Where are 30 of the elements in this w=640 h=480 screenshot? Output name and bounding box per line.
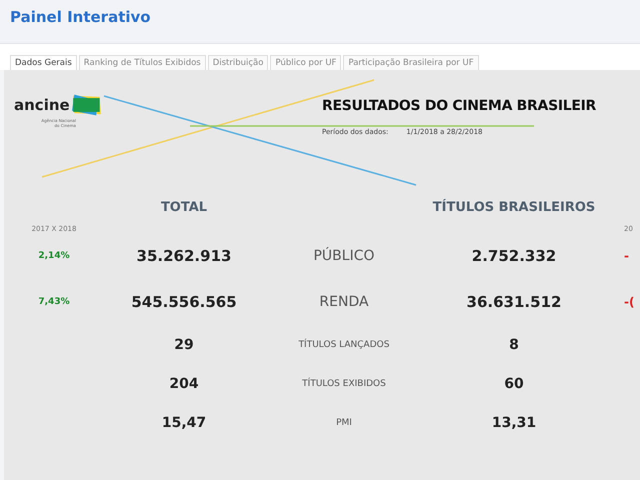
tab[interactable]: Público por UF xyxy=(270,55,342,70)
app-title: Painel Interativo xyxy=(10,8,151,26)
brazilian-value: 2.752.332 xyxy=(472,247,556,265)
change-value: 2,14% xyxy=(38,251,70,261)
logo-text: ancine xyxy=(14,96,70,114)
brazilian-value: 8 xyxy=(509,336,519,352)
total-value: 545.556.565 xyxy=(131,293,237,311)
brazilian-value: 60 xyxy=(504,376,524,392)
total-value: 29 xyxy=(174,336,194,352)
total-value: 204 xyxy=(169,376,199,392)
metric-label: PÚBLICO xyxy=(313,248,375,264)
report-title: RESULTADOS DO CINEMA BRASILEIR xyxy=(322,98,596,114)
change-value: 7,43% xyxy=(38,297,70,307)
brazilian-value: 36.631.512 xyxy=(466,293,562,311)
metric-label: TÍTULOS LANÇADOS xyxy=(298,340,390,350)
metric-label: TÍTULOS EXIBIDOS xyxy=(302,378,386,388)
total-value: 15,47 xyxy=(162,414,206,430)
tab[interactable]: Distribuição xyxy=(208,55,268,70)
total-value: 35.262.913 xyxy=(136,247,232,265)
brazilian-value: 13,31 xyxy=(492,414,536,430)
logo-icon xyxy=(72,92,102,118)
column-heading: TÍTULOS BRASILEIROS xyxy=(432,200,596,217)
column-heading: TOTAL xyxy=(160,200,208,217)
change-value: -( xyxy=(623,295,634,309)
metric-label: RENDA xyxy=(319,294,369,310)
metric-label: PMI xyxy=(336,418,352,428)
tab[interactable]: Ranking de Títulos Exibidos xyxy=(78,55,206,70)
change-value: - xyxy=(623,249,629,263)
tab[interactable]: Dados Gerais xyxy=(10,55,77,70)
tab[interactable]: Participação Brasileira por UF xyxy=(343,55,479,70)
